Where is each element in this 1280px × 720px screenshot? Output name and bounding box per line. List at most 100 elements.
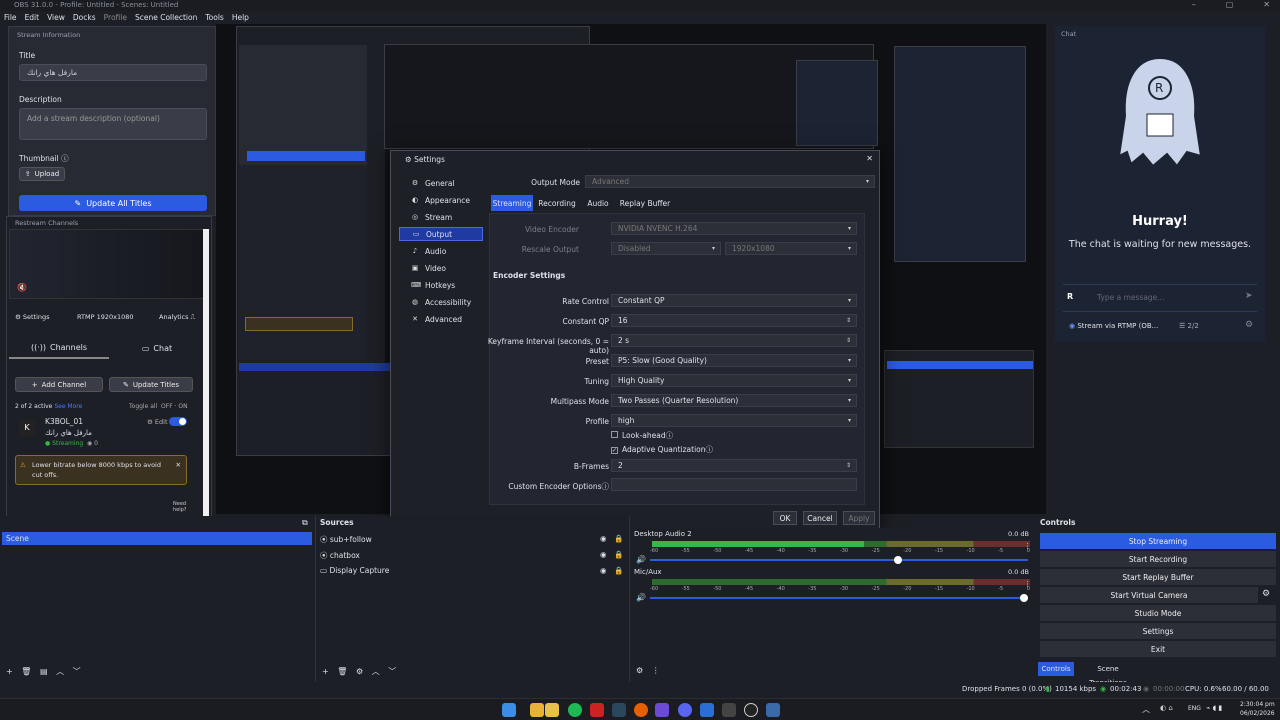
menu-tools[interactable]: Tools xyxy=(205,13,223,22)
keyframe-interval-seconds-0-auto-spinner[interactable]: 2 s ⇕ xyxy=(611,334,857,347)
settings-button[interactable]: Settings xyxy=(1040,623,1276,639)
settings-nav-accessibility[interactable]: ◍ Accessibility xyxy=(399,295,483,309)
tab-controls[interactable]: Controls xyxy=(1038,662,1074,676)
mute-icon[interactable]: 🔇 xyxy=(17,283,27,292)
tab-streaming[interactable]: Streaming xyxy=(491,195,533,211)
spotify-icon[interactable] xyxy=(568,703,582,717)
system-icons[interactable]: ⌁ ◖ ▮ xyxy=(1206,704,1222,712)
volume-slider[interactable] xyxy=(650,556,1028,564)
multipass-mode-select[interactable]: Two Passes (Quarter Resolution) ▾ xyxy=(611,394,857,407)
settings-nav-video[interactable]: ▣ Video xyxy=(399,261,483,275)
close-icon[interactable]: ✕ xyxy=(176,460,181,470)
menu-help[interactable]: Help xyxy=(232,13,249,22)
custom-encoder-options-input[interactable] xyxy=(611,478,857,491)
tab-channels[interactable]: ((·)) Channels xyxy=(9,337,109,359)
update-all-titles-button[interactable]: ✎ Update All Titles xyxy=(19,195,207,211)
add-icon[interactable]: + xyxy=(322,667,329,676)
see-more-link[interactable]: See More xyxy=(54,403,82,410)
scene-item[interactable]: Scene xyxy=(2,532,312,545)
menu-view[interactable]: View xyxy=(47,13,65,22)
tab-audio[interactable]: Audio xyxy=(581,195,615,211)
output-mode-select[interactable]: Advanced ▾ xyxy=(585,175,875,188)
remove-icon[interactable]: 🗑 xyxy=(21,667,31,676)
settings-nav-advanced[interactable]: ✕ Advanced xyxy=(399,312,483,326)
tab-scene-transitions[interactable]: Scene Transitions xyxy=(1078,662,1138,687)
video-encoder-select[interactable]: NVIDIA NVENC H.264 ▾ xyxy=(611,222,857,235)
move-up-icon[interactable]: ︿ xyxy=(372,667,380,676)
app-icon-2[interactable] xyxy=(700,703,714,717)
studio-mode-button[interactable]: Studio Mode xyxy=(1040,605,1276,621)
settings-nav-general[interactable]: ⚙ General xyxy=(399,176,483,190)
chat-input[interactable]: Type a message... xyxy=(1097,293,1164,302)
close-icon[interactable]: ✕ xyxy=(1263,0,1270,9)
edit-channel-link[interactable]: ⚙ Edit xyxy=(147,418,168,426)
title-input[interactable]: مارفل هاي رانك xyxy=(19,64,207,81)
restream-settings-link[interactable]: ⚙ Settings xyxy=(15,313,50,321)
streaming-app-icon[interactable] xyxy=(655,703,669,717)
channel-toggle[interactable] xyxy=(169,417,187,426)
rescale-resolution-select[interactable]: 1920x1080 ▾ xyxy=(725,242,857,255)
menu-edit[interactable]: Edit xyxy=(25,13,40,22)
tab-recording[interactable]: Recording xyxy=(535,195,579,211)
cancel-button[interactable]: Cancel xyxy=(803,511,837,525)
tab-chat[interactable]: ▭ Chat xyxy=(109,337,205,359)
menu-scene-collection[interactable]: Scene Collection xyxy=(135,13,197,22)
maximize-icon[interactable]: ▢ xyxy=(1226,0,1234,9)
visibility-eye-icon[interactable]: ◉ xyxy=(600,566,607,575)
lookahead-checkbox[interactable]: Look-aheadⓘ xyxy=(611,430,673,441)
description-input[interactable]: Add a stream description (optional) xyxy=(19,108,207,140)
source-item[interactable]: ▭ Display Capture ◉ 🔒 xyxy=(320,566,624,578)
rescale-output-select[interactable]: Disabled ▾ xyxy=(611,242,721,255)
language-indicator[interactable]: ENG xyxy=(1188,705,1201,712)
speaker-icon[interactable]: 🔊 xyxy=(636,555,646,564)
need-help-link[interactable]: Need help? xyxy=(173,501,189,513)
profile-select[interactable]: high ▾ xyxy=(611,414,857,427)
upload-button[interactable]: ⇪ Upload xyxy=(19,167,65,181)
menu-file[interactable]: File xyxy=(4,13,17,22)
settings-nav-hotkeys[interactable]: ⌨ Hotkeys xyxy=(399,278,483,292)
virtual-camera-settings-icon[interactable]: ⚙ xyxy=(1262,589,1270,599)
source-item[interactable]: ⦿ chatbox ◉ 🔒 xyxy=(320,550,624,562)
move-down-icon[interactable]: ﹀ xyxy=(73,667,81,676)
windows-start-icon[interactable] xyxy=(502,703,516,717)
tuning-select[interactable]: High Quality ▾ xyxy=(611,374,857,387)
clock-date[interactable]: 06/02/2026 xyxy=(1240,710,1275,717)
firefox-icon[interactable] xyxy=(634,703,648,717)
ok-button[interactable]: OK xyxy=(773,511,797,525)
start-recording-button[interactable]: Start Recording xyxy=(1040,551,1276,567)
tab-replay-buffer[interactable]: Replay Buffer xyxy=(617,195,673,211)
menu-profile[interactable]: Profile xyxy=(104,13,127,22)
visibility-eye-icon[interactable]: ◉ xyxy=(600,550,607,559)
volume-slider-knob[interactable] xyxy=(1020,594,1028,602)
app-icon-4[interactable] xyxy=(766,703,780,717)
lock-icon[interactable]: 🔒 xyxy=(614,550,623,559)
settings-nav-appearance[interactable]: ◐ Appearance xyxy=(399,193,483,207)
minimize-icon[interactable]: – xyxy=(1192,0,1196,9)
constant-qp-spinner[interactable]: 16 ⇕ xyxy=(611,314,857,327)
restream-scrollbar[interactable] xyxy=(203,229,209,525)
lock-icon[interactable]: 🔒 xyxy=(614,534,623,543)
remove-icon[interactable]: 🗑 xyxy=(337,667,347,676)
file-explorer-icon[interactable] xyxy=(530,703,544,717)
visibility-eye-icon[interactable]: ◉ xyxy=(600,534,607,543)
clock-time[interactable]: 2:30:04 pm xyxy=(1240,701,1275,708)
source-item[interactable]: ⦿ sub+follow ◉ 🔒 xyxy=(320,534,624,546)
send-icon[interactable]: ➤ xyxy=(1245,291,1253,301)
volume-slider[interactable] xyxy=(650,594,1028,602)
more-options-icon[interactable]: ⋮ xyxy=(1024,542,1031,550)
files-icon[interactable] xyxy=(545,703,559,717)
dock-float-icon[interactable]: ⧉ xyxy=(302,518,308,528)
more-options-icon[interactable]: ⋮ xyxy=(1024,580,1031,588)
start-replay-buffer-button[interactable]: Start Replay Buffer xyxy=(1040,569,1276,585)
adaptive-quantization-checkbox[interactable]: ✓ Adaptive Quantizationⓘ xyxy=(611,444,713,455)
start-virtual-camera-button[interactable]: Start Virtual Camera xyxy=(1040,587,1258,603)
settings-nav-output[interactable]: ▭ Output xyxy=(399,227,483,241)
move-down-icon[interactable]: ﹀ xyxy=(388,667,396,676)
app-icon[interactable] xyxy=(590,703,604,717)
move-up-icon[interactable]: ︿ xyxy=(56,667,64,676)
add-icon[interactable]: + xyxy=(6,667,13,676)
obs-icon[interactable] xyxy=(744,703,758,717)
rate-control-select[interactable]: Constant QP ▾ xyxy=(611,294,857,307)
settings-nav-stream[interactable]: ◎ Stream xyxy=(399,210,483,224)
tray-chevron-icon[interactable]: ︿ xyxy=(1142,704,1150,715)
